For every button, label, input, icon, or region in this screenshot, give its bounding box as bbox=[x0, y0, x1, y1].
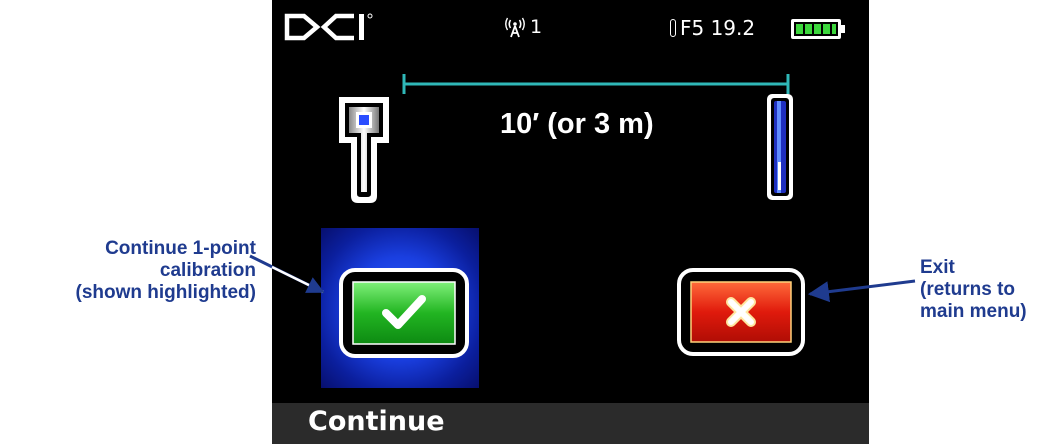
antenna-signal-icon bbox=[505, 17, 525, 38]
callout-line: Continue 1-point bbox=[105, 238, 256, 259]
distance-label: 10′ (or 3 m) bbox=[500, 108, 654, 140]
callout-line: (shown highlighted) bbox=[75, 282, 256, 303]
status-bar: 1 F5 19.2 bbox=[272, 0, 869, 54]
callout-line: Exit bbox=[920, 257, 955, 278]
signal-value: 1 bbox=[530, 16, 543, 38]
softkey-label: Continue bbox=[308, 406, 445, 437]
locator-icon bbox=[339, 97, 389, 203]
x-icon bbox=[726, 297, 756, 327]
signal-indicator: 1 bbox=[504, 16, 542, 38]
callout-continue: Continue 1-point calibration (shown high… bbox=[0, 238, 256, 304]
transmitter-icon bbox=[767, 94, 793, 200]
thermometer-icon bbox=[670, 19, 676, 37]
dci-logo-icon bbox=[284, 13, 373, 41]
frequency-value: F5 19.2 bbox=[680, 16, 756, 40]
measurement-bracket-icon bbox=[402, 74, 790, 94]
callout-exit: Exit (returns to main menu) bbox=[920, 257, 1050, 323]
receiver-screen: 1 F5 19.2 10′ (or 3 m) Continue bbox=[272, 0, 869, 444]
callout-line: calibration bbox=[159, 260, 256, 281]
exit-button[interactable] bbox=[677, 268, 805, 356]
battery-full-icon bbox=[791, 19, 845, 39]
continue-button[interactable] bbox=[339, 268, 469, 358]
callout-line: (returns to bbox=[920, 279, 1015, 300]
callout-line: main menu) bbox=[920, 301, 1027, 322]
frequency-indicator: F5 19.2 bbox=[670, 16, 755, 40]
